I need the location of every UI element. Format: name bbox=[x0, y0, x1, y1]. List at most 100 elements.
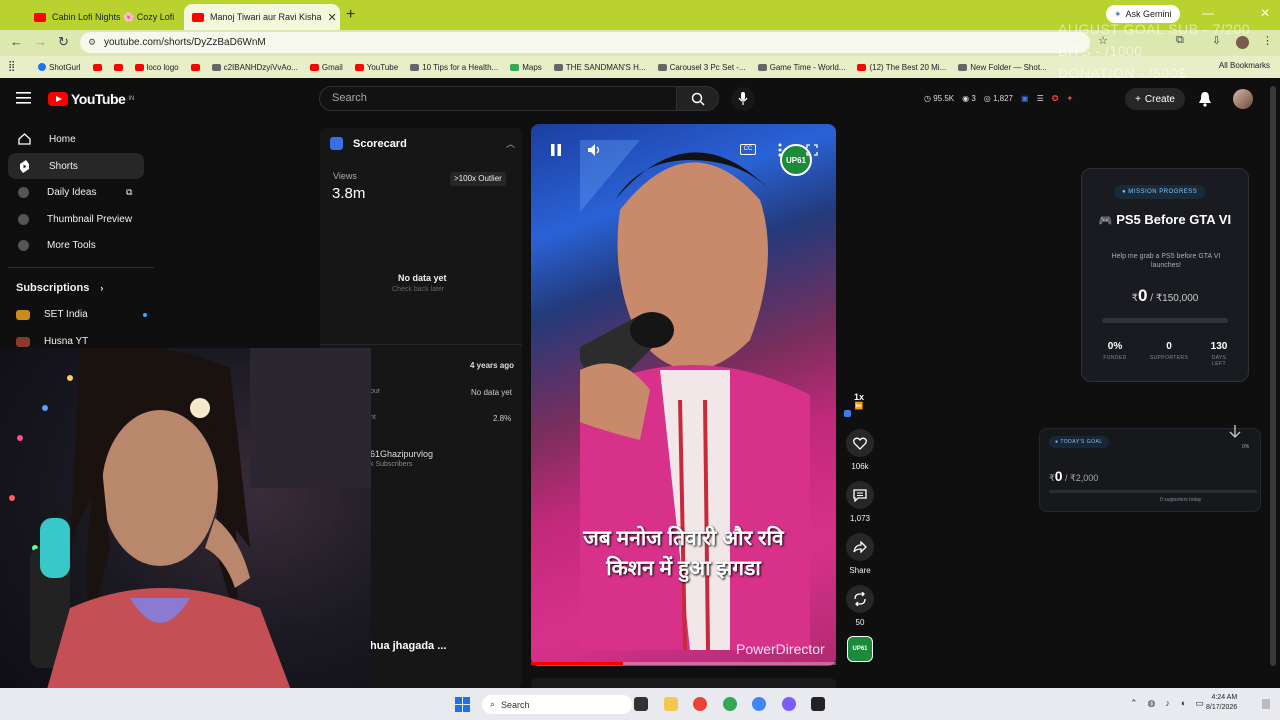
sidebar-item-thumbnail-preview[interactable]: Thumbnail Preview bbox=[8, 206, 144, 232]
reload-icon[interactable]: ↻ bbox=[58, 34, 69, 50]
subscription-husna-yt[interactable]: Husna YT bbox=[16, 336, 88, 347]
bookmark-item[interactable]: Game Time - World... bbox=[757, 63, 845, 72]
windows-start-icon[interactable] bbox=[455, 697, 470, 712]
voice-search-button[interactable] bbox=[731, 87, 755, 111]
scorecard-logo-icon bbox=[330, 137, 343, 150]
chevron-up-icon[interactable]: ⌃ bbox=[1130, 698, 1138, 709]
ext-icon-red2[interactable]: ✦ bbox=[1066, 94, 1073, 103]
channel-name[interactable]: 61Ghazipurvlog bbox=[370, 449, 433, 459]
webcam-overlay bbox=[0, 348, 371, 714]
bookmark-item[interactable]: (12) The Best 20 Mi... bbox=[857, 63, 946, 72]
metric-value: No data yet bbox=[471, 388, 512, 397]
remix-button[interactable] bbox=[846, 585, 874, 613]
comment-action[interactable]: 1,073 bbox=[845, 481, 875, 523]
taskbar-clock[interactable]: 4:24 AM 8/17/2026 bbox=[1206, 693, 1237, 713]
mic-icon[interactable]: ♪ bbox=[1165, 698, 1170, 709]
youtube-logo[interactable]: YouTube IN bbox=[48, 91, 134, 107]
bookmark-item[interactable]: c2IBANHDzyiVvAo... bbox=[211, 63, 298, 72]
bookmark-item[interactable]: New Folder — Shot... bbox=[958, 63, 1047, 72]
apps-grid-icon[interactable]: ⣿ bbox=[8, 61, 15, 72]
browser-menu-icon[interactable]: ⋮ bbox=[1262, 34, 1273, 47]
bookmark-item[interactable]: Gmail bbox=[309, 63, 343, 72]
extension-stats: ◷ 95.5K ◉ 3 ◎ 1,827 ▣ ☰ ✪ ✦ bbox=[924, 94, 1073, 103]
chrome-icon[interactable] bbox=[693, 697, 707, 711]
subscription-name: Husna YT bbox=[44, 336, 89, 347]
closed-captions-icon[interactable]: CC bbox=[740, 144, 756, 155]
page-scrollbar[interactable] bbox=[1270, 86, 1276, 666]
app-icon[interactable] bbox=[811, 697, 825, 711]
channel-avatar-button[interactable]: UP61 bbox=[847, 636, 873, 662]
sidebar-item-shorts[interactable]: Shorts bbox=[8, 153, 144, 179]
site-icon bbox=[657, 63, 667, 71]
task-view-icon[interactable] bbox=[634, 697, 648, 711]
bookmark-item[interactable]: ShotGurl bbox=[38, 63, 81, 72]
sidebar-item-more-tools[interactable]: More Tools bbox=[8, 232, 144, 258]
external-link-icon: ⧉ bbox=[126, 186, 133, 197]
site-icon bbox=[410, 63, 420, 71]
bookmark-item[interactable] bbox=[190, 63, 200, 71]
network-icon[interactable]: ◍ bbox=[1148, 698, 1156, 709]
battery-icon[interactable]: ▭ bbox=[1195, 698, 1204, 709]
create-button[interactable]: + Create bbox=[1125, 88, 1185, 110]
bookmark-item[interactable]: Carousel 3 Pc Set -... bbox=[657, 63, 746, 72]
address-input[interactable]: ⚙ youtube.com/shorts/DyZzBaD6WnM bbox=[80, 32, 1090, 53]
forward-icon[interactable]: → bbox=[34, 34, 47, 49]
like-button[interactable] bbox=[846, 429, 874, 457]
bookmark-item[interactable]: Maps bbox=[510, 63, 542, 72]
sidebar-item-daily-ideas[interactable]: Daily Ideas ⧉ bbox=[8, 179, 144, 205]
account-avatar[interactable] bbox=[1233, 89, 1253, 109]
taskbar-search[interactable]: ⌕ Search bbox=[482, 695, 632, 714]
bookmark-item[interactable]: loco logo bbox=[134, 63, 179, 72]
youtube-favicon-icon bbox=[192, 12, 204, 22]
arrow-down-icon[interactable] bbox=[1228, 424, 1242, 438]
bookmark-item[interactable]: 10 Tips for a Health... bbox=[410, 63, 498, 72]
ext-icon-list[interactable]: ☰ bbox=[1037, 94, 1044, 103]
collapse-icon[interactable]: ︿ bbox=[506, 137, 515, 150]
bookmark-list: ShotGurl loco logo c2IBANHDzyiVvAo... Gmail… bbox=[38, 56, 1059, 78]
ext-icon-blue[interactable]: ▣ bbox=[1021, 94, 1029, 103]
close-tab-icon[interactable]: ✕ bbox=[180, 11, 182, 24]
subscription-set-india[interactable]: SET India bbox=[16, 309, 147, 320]
remix-action[interactable]: 50 bbox=[845, 585, 875, 627]
fullscreen-icon[interactable] bbox=[806, 144, 818, 156]
chrome-profile-icon[interactable] bbox=[723, 697, 737, 711]
bookmark-item[interactable]: YouTube bbox=[354, 63, 398, 72]
like-action[interactable]: 106k bbox=[845, 429, 875, 471]
search-input[interactable]: Search bbox=[319, 86, 677, 111]
chrome-alt-icon[interactable] bbox=[752, 697, 766, 711]
volume-icon[interactable]: ◖ bbox=[1180, 698, 1185, 709]
tab-manoj-tiwari[interactable]: Manoj Tiwari aur Ravi Kisha ✕ bbox=[184, 4, 340, 30]
back-icon[interactable]: ← bbox=[10, 34, 23, 49]
tab-cabin-lofi[interactable]: Cabin Lofi Nights 🌸 Cozy Lofi ✕ bbox=[26, 4, 182, 30]
site-info-icon[interactable]: ⚙ bbox=[88, 32, 96, 53]
file-explorer-icon[interactable] bbox=[664, 697, 678, 711]
close-tab-icon[interactable]: ✕ bbox=[328, 11, 337, 24]
bookmark-item[interactable] bbox=[92, 63, 102, 71]
sidebar-item-home[interactable]: Home bbox=[8, 126, 144, 152]
region-code: IN bbox=[128, 96, 135, 102]
bookmark-item[interactable] bbox=[113, 63, 123, 71]
mission-funded: 0% FUNDED bbox=[1103, 341, 1127, 361]
subscriptions-heading[interactable]: Subscriptions › bbox=[16, 282, 103, 294]
ext-icon-red[interactable]: ✪ bbox=[1052, 94, 1059, 103]
next-short-preview[interactable] bbox=[531, 678, 836, 688]
notification-icon[interactable] bbox=[1262, 699, 1270, 709]
pause-icon[interactable] bbox=[550, 143, 562, 157]
hamburger-menu-icon[interactable] bbox=[16, 92, 31, 104]
search-button[interactable] bbox=[677, 86, 719, 111]
share-action[interactable]: Share bbox=[845, 533, 875, 575]
stream-goal-overlay: AUGUST GOAL SUB - 7/200 BITS - /1000 DON… bbox=[1058, 18, 1250, 84]
discord-icon[interactable] bbox=[782, 697, 796, 711]
search-icon bbox=[691, 92, 705, 106]
playback-speed-button[interactable]: 1x ⏩ bbox=[845, 392, 873, 412]
volume-icon[interactable] bbox=[586, 142, 602, 158]
todays-goal-progress-bar bbox=[1049, 490, 1257, 493]
ideas-icon bbox=[18, 186, 29, 198]
comment-button[interactable] bbox=[846, 481, 874, 509]
notifications-bell-icon[interactable] bbox=[1198, 91, 1212, 107]
video-title[interactable]: hua jhagada ... bbox=[370, 640, 446, 652]
share-button[interactable] bbox=[846, 533, 874, 561]
close-window-icon[interactable]: ✕ bbox=[1260, 6, 1270, 20]
bookmark-item[interactable]: THE SANDMAN'S H... bbox=[553, 63, 646, 72]
new-tab-icon[interactable]: + bbox=[346, 6, 355, 24]
